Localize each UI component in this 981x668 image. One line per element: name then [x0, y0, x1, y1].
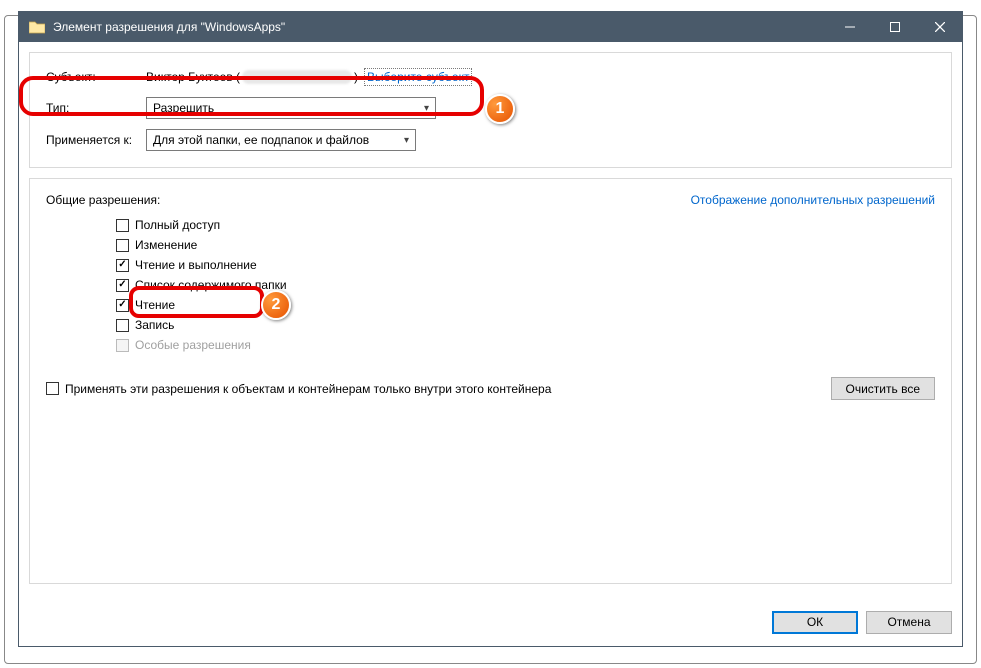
permission-item: Изменение [116, 235, 935, 255]
permission-checkbox[interactable] [116, 239, 129, 252]
chevron-down-icon: ▾ [424, 103, 429, 114]
titlebar: Элемент разрешения для "WindowsApps" [19, 12, 962, 42]
subject-name: Виктор Бухтеев () [146, 70, 358, 85]
minimize-button[interactable] [827, 12, 872, 42]
permission-checkbox[interactable] [116, 319, 129, 332]
subject-label: Субъект: [46, 70, 146, 84]
annotation-badge-1: 1 [485, 94, 515, 124]
client-area: Субъект: Виктор Бухтеев () Выберите субъ… [19, 42, 962, 604]
permission-checkbox[interactable] [116, 279, 129, 292]
close-button[interactable] [917, 12, 962, 42]
applies-value: Для этой папки, ее подпапок и файлов [153, 133, 369, 147]
folder-icon [29, 20, 45, 34]
annotation-badge-2: 2 [261, 290, 291, 320]
permission-item: Особые разрешения [116, 335, 935, 355]
redacted-email [242, 70, 352, 84]
dialog-footer: ОК Отмена [19, 604, 962, 646]
permission-label: Список содержимого папки [135, 278, 287, 292]
permissions-heading: Общие разрешения: [46, 193, 160, 207]
permission-label: Запись [135, 318, 174, 332]
permission-label: Чтение и выполнение [135, 258, 257, 272]
permission-label: Особые разрешения [135, 338, 251, 352]
permission-label: Чтение [135, 298, 175, 312]
chevron-down-icon: ▾ [404, 135, 409, 146]
permission-checkbox[interactable] [116, 219, 129, 232]
applies-select[interactable]: Для этой папки, ее подпапок и файлов ▾ [146, 129, 416, 151]
apply-only-checkbox[interactable] [46, 382, 59, 395]
type-select[interactable]: Разрешить ▾ [146, 97, 436, 119]
permissions-list: Полный доступ Изменение Чтение и выполнени… [116, 215, 935, 355]
applies-label: Применяется к: [46, 133, 146, 147]
permission-checkbox[interactable] [116, 259, 129, 272]
type-value: Разрешить [153, 101, 214, 115]
permission-item: Список содержимого папки [116, 275, 935, 295]
show-advanced-link[interactable]: Отображение дополнительных разрешений [691, 193, 935, 207]
permissions-group: Общие разрешения: Отображение дополнител… [29, 178, 952, 584]
apply-only-label: Применять эти разрешения к объектам и ко… [65, 382, 551, 396]
permission-label: Полный доступ [135, 218, 220, 232]
permission-dialog: Элемент разрешения для "WindowsApps" Суб… [18, 11, 963, 647]
permission-item: Полный доступ [116, 215, 935, 235]
permission-item: Запись [116, 315, 935, 335]
maximize-button[interactable] [872, 12, 917, 42]
cancel-button[interactable]: Отмена [866, 611, 952, 634]
permission-checkbox[interactable] [116, 299, 129, 312]
clear-all-button[interactable]: Очистить все [831, 377, 935, 400]
select-subject-link[interactable]: Выберите субъект [364, 68, 472, 86]
ok-button[interactable]: ОК [772, 611, 858, 634]
permission-item: Чтение [116, 295, 935, 315]
window-controls [827, 12, 962, 42]
type-label: Тип: [46, 101, 146, 115]
permission-label: Изменение [135, 238, 197, 252]
permission-item: Чтение и выполнение [116, 255, 935, 275]
permission-checkbox [116, 339, 129, 352]
window-title: Элемент разрешения для "WindowsApps" [53, 20, 827, 34]
